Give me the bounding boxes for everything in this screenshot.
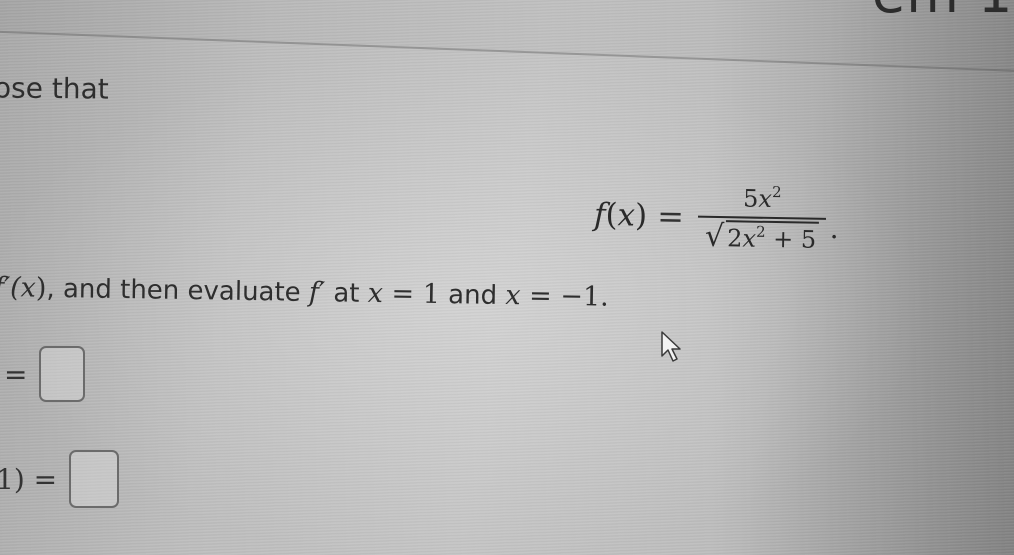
- numerator-exponent: 2: [771, 182, 782, 202]
- function-variable: x: [617, 197, 636, 234]
- instruction-segment-at: at: [324, 278, 368, 309]
- problem-header: [0, 0, 1014, 75]
- numerator: 5x2: [743, 182, 782, 217]
- eval-point-2: = −1.: [520, 280, 609, 313]
- instruction-segment-and: and: [439, 280, 506, 312]
- numerator-coefficient: 5: [742, 184, 759, 213]
- equals-sign: =: [656, 196, 685, 236]
- square-root-icon: √: [704, 218, 725, 255]
- close-paren: ): [634, 197, 648, 234]
- denominator-exponent: 2: [755, 222, 766, 241]
- derivative-symbol-2: f′: [308, 276, 326, 309]
- function-definition: f(x) = 5x2 √ 2x2 + 5 .: [593, 180, 839, 254]
- eval-point-1: = 1: [382, 278, 441, 311]
- answer-1-label: =: [4, 357, 28, 391]
- answer-row-2: 1) =: [0, 450, 120, 508]
- radicand: 2x2 + 5: [724, 220, 819, 254]
- instruction-segment: , and then evaluate: [46, 273, 310, 308]
- derivative-symbol: f′(: [0, 272, 21, 304]
- answer-2-input[interactable]: [69, 450, 120, 508]
- fraction: 5x2 √ 2x2 + 5: [697, 182, 827, 254]
- problem-title: em 10: [872, 0, 1014, 25]
- answer-2-label: 1) =: [0, 462, 58, 496]
- formula-lhs: f(x): [594, 197, 648, 234]
- denominator-constant: + 5: [765, 224, 817, 254]
- denominator-variable: x: [742, 224, 757, 253]
- open-paren: (: [605, 197, 618, 234]
- denominator: √ 2x2 + 5: [705, 218, 819, 254]
- derivative-variable: x: [20, 272, 37, 304]
- formula-period: .: [829, 211, 840, 245]
- instruction-text: f′(x), and then evaluate f′ at x = 1 and…: [0, 272, 609, 313]
- eval-variable-1: x: [367, 277, 384, 310]
- answer-row-1: =: [4, 346, 86, 402]
- answer-1-input[interactable]: [39, 346, 86, 402]
- mouse-pointer-icon: [661, 331, 681, 362]
- numerator-variable: x: [758, 184, 773, 213]
- problem-intro-text: ose that: [0, 71, 109, 106]
- denominator-coefficient: 2: [726, 224, 743, 253]
- eval-variable-2: x: [505, 280, 521, 312]
- screen-background: em 10 ose that f(x) = 5x2 √ 2x2 + 5 . f′…: [0, 0, 1014, 555]
